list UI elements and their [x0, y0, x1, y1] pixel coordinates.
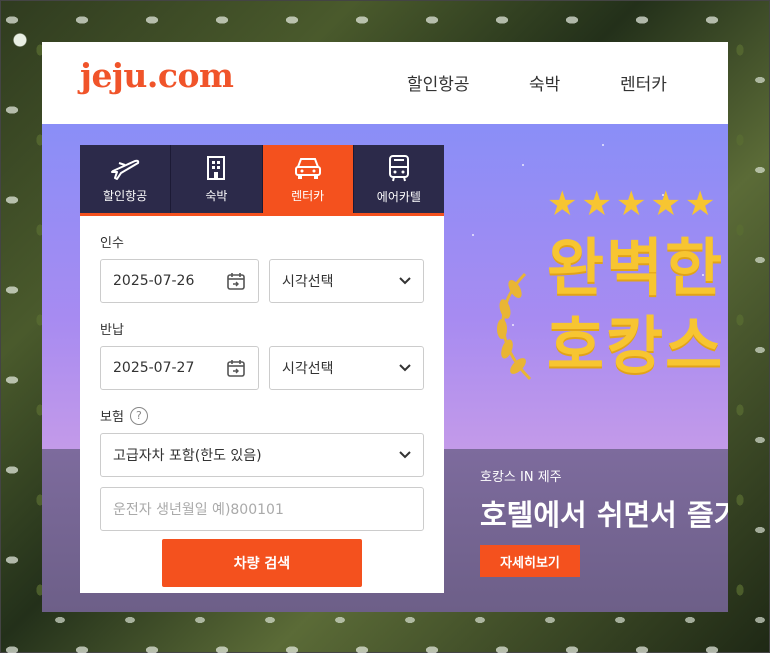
- booking-panel: 할인항공 숙박 렌터카 에어카텔 인수 2025-07-26 시각선택 반납 2…: [80, 145, 444, 593]
- insurance-label-row: 보험 ?: [100, 406, 424, 425]
- birthdate-input[interactable]: 운전자 생년월일 예)800101: [100, 487, 424, 531]
- chevron-down-icon: [399, 451, 411, 459]
- tab-lodging[interactable]: 숙박: [171, 145, 263, 213]
- chevron-down-icon: [399, 277, 411, 285]
- pickup-time-select[interactable]: 시각선택: [269, 259, 424, 303]
- pickup-date-field[interactable]: 2025-07-26: [100, 259, 259, 303]
- tab-flights[interactable]: 할인항공: [80, 145, 172, 213]
- booking-tabs: 할인항공 숙박 렌터카 에어카텔: [80, 145, 444, 213]
- nav-rentcar[interactable]: 렌터카: [620, 70, 667, 95]
- tab-aircartel-label: 에어카텔: [376, 189, 421, 204]
- laurel-icon: [497, 272, 532, 381]
- tab-lodging-label: 숙박: [205, 188, 228, 203]
- calendar-icon: [227, 360, 245, 377]
- hero-title: 완벽한 호캉스: [547, 229, 724, 385]
- calendar-icon: [227, 273, 245, 290]
- insurance-value: 고급자차 포함(한도 있음): [113, 448, 262, 464]
- birthdate-placeholder: 운전자 생년월일 예)800101: [113, 502, 284, 518]
- car-search-button[interactable]: 차량 검색: [162, 539, 362, 587]
- hero-stars: ★★★★★: [547, 184, 720, 224]
- airplane-icon: [111, 159, 140, 180]
- return-date-value: 2025-07-27: [113, 360, 195, 376]
- car-icon: [294, 157, 321, 179]
- building-icon: [207, 155, 226, 180]
- insurance-select[interactable]: 고급자차 포함(한도 있음): [100, 433, 424, 477]
- pickup-date-value: 2025-07-26: [113, 273, 195, 289]
- hero-title-line1: 완벽한: [547, 231, 725, 304]
- help-icon[interactable]: ?: [129, 406, 148, 425]
- nav-lodging[interactable]: 숙박: [529, 70, 560, 95]
- return-time-select[interactable]: 시각선택: [269, 346, 424, 390]
- hero-headline: 호텔에서 쉬면서 즐기: [480, 498, 728, 532]
- tab-flights-label: 할인항공: [103, 188, 148, 203]
- site-logo[interactable]: jeju.com: [80, 56, 234, 95]
- tab-rentcar-label: 렌터카: [291, 188, 325, 203]
- site-header: jeju.com 할인항공 숙박 렌터카: [42, 42, 728, 124]
- bus-icon: [388, 154, 409, 181]
- pickup-time-value: 시각선택: [282, 274, 334, 290]
- tab-rentcar[interactable]: 렌터카: [262, 145, 354, 213]
- chevron-down-icon: [399, 364, 411, 372]
- return-date-field[interactable]: 2025-07-27: [100, 346, 259, 390]
- pickup-label: 인수: [100, 236, 124, 251]
- return-label: 반납: [100, 323, 124, 338]
- tab-underline: [80, 213, 444, 216]
- nav-flights[interactable]: 할인항공: [407, 70, 470, 95]
- detail-button[interactable]: 자세히보기: [480, 545, 580, 577]
- insurance-label: 보험: [100, 410, 124, 425]
- hero-title-line2: 호캉스: [547, 309, 725, 382]
- booking-form: 인수 2025-07-26 시각선택 반납 2025-07-27 시각선택 보험…: [80, 232, 444, 531]
- website: jeju.com 할인항공 숙박 렌터카 ★★★★★ 완벽한 호캉스 호캉스 I…: [42, 42, 728, 612]
- hero-subtitle: 호캉스 IN 제주: [480, 470, 562, 485]
- return-time-value: 시각선택: [282, 361, 334, 377]
- tab-aircartel[interactable]: 에어카텔: [353, 145, 444, 213]
